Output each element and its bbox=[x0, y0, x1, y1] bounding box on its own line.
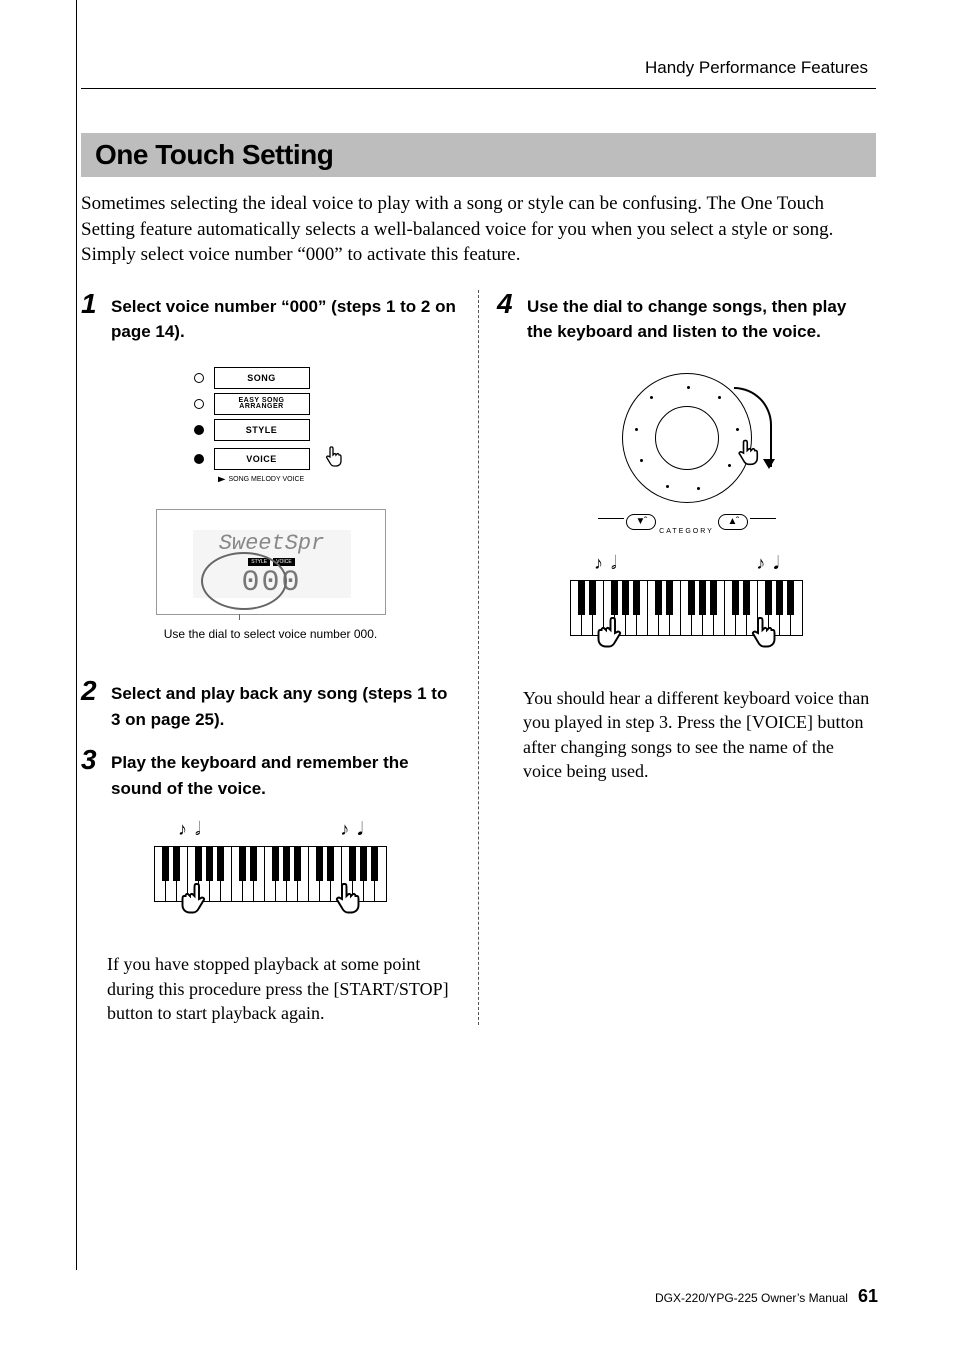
song-button: SONG bbox=[214, 367, 310, 389]
section-title: One Touch Setting bbox=[81, 133, 876, 177]
lcd-highlight-circle bbox=[201, 552, 287, 610]
manual-title: DGX-220/YPG-225 Owner’s Manual bbox=[655, 1291, 848, 1305]
song-melody-voice-label: SONG MELODY VOICE bbox=[218, 476, 348, 483]
keyboard-icon bbox=[570, 580, 803, 636]
style-button: STYLE bbox=[214, 419, 310, 441]
voice-button: VOICE bbox=[214, 448, 310, 470]
intro-paragraph: Sometimes selecting the ideal voice to p… bbox=[81, 191, 876, 268]
dial-figure: ▼̂ ▲̂ CATEGORY bbox=[497, 363, 876, 535]
keyboard-figure-left: ♪𝅗𝅥 ♪𝅘𝅥 bbox=[81, 819, 460, 906]
step-text-4: Use the dial to change songs, then play … bbox=[527, 294, 876, 345]
col2-paragraph: You should hear a different keyboard voi… bbox=[523, 686, 876, 783]
music-notes-icon: ♪𝅗𝅥 bbox=[178, 819, 201, 840]
page-number: 61 bbox=[858, 1286, 878, 1307]
music-notes-icon: ♪𝅗𝅥 bbox=[594, 553, 617, 574]
music-notes-icon: ♪𝅘𝅥 bbox=[340, 819, 363, 840]
step-text-3: Play the keyboard and remember the sound… bbox=[111, 750, 460, 801]
step-number-3: 3 bbox=[81, 746, 103, 801]
lcd-display: SweetSpr STYLE VOICE 000 bbox=[156, 509, 386, 615]
step-number-4: 4 bbox=[497, 290, 519, 345]
figure-caption: Use the dial to select voice number 000. bbox=[81, 627, 460, 641]
step-number-1: 1 bbox=[81, 290, 103, 345]
category-next-button: ▲̂ bbox=[718, 514, 748, 530]
keyboard-figure-right: ♪𝅗𝅥 ♪𝅘𝅥 bbox=[497, 553, 876, 640]
col1-paragraph: If you have stopped playback at some poi… bbox=[107, 952, 460, 1025]
press-hand-icon bbox=[324, 445, 348, 474]
column-divider bbox=[478, 290, 479, 1025]
category-prev-button: ▼̂ bbox=[626, 514, 656, 530]
category-label: CATEGORY bbox=[497, 528, 876, 535]
dial-hand-icon bbox=[736, 438, 766, 473]
step-text-1: Select voice number “000” (steps 1 to 2 … bbox=[111, 294, 460, 345]
chapter-header: Handy Performance Features bbox=[81, 0, 876, 89]
easy-song-arranger-button: EASY SONGARRANGER bbox=[214, 393, 310, 415]
music-notes-icon: ♪𝅘𝅥 bbox=[756, 553, 779, 574]
flag-icon bbox=[218, 476, 226, 482]
dial-icon bbox=[622, 373, 752, 503]
page-footer: DGX-220/YPG-225 Owner’s Manual 61 bbox=[655, 1286, 878, 1307]
step-number-2: 2 bbox=[81, 677, 103, 732]
keyboard-icon bbox=[154, 846, 387, 902]
panel-figure: SONG EASY SONGARRANGER STYLE VOICE SONG … bbox=[81, 363, 460, 642]
step-text-2: Select and play back any song (steps 1 t… bbox=[111, 681, 460, 732]
